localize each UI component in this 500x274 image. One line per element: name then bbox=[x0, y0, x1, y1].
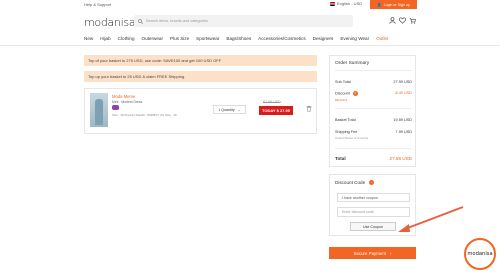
quantity-label: 1 Quantity bbox=[218, 107, 235, 112]
basket-total-row: Basket Total 19.59 USD bbox=[335, 118, 412, 122]
coupon-type-select[interactable]: I have another coupon bbox=[337, 193, 410, 202]
details-link[interactable]: DETAILS bbox=[335, 98, 412, 102]
language-selector[interactable]: English - USD bbox=[330, 1, 362, 6]
info-icon[interactable]: ✕ bbox=[352, 91, 358, 96]
product-size-info: Size : 40 Product Details : 8028871 US S… bbox=[112, 113, 177, 117]
total-label: Total bbox=[335, 156, 346, 161]
shipping-row: Shipping Fee 7.99 USD bbox=[335, 130, 412, 134]
summary-divider bbox=[335, 70, 412, 71]
subtotal-value: 27.99 USD bbox=[393, 80, 412, 84]
details-label: DETAILS bbox=[335, 98, 348, 102]
site-logo[interactable]: modanisa bbox=[84, 16, 136, 29]
discount-value: -8.40 USD bbox=[394, 91, 412, 95]
today-price: TODAY $ 27.99 bbox=[259, 106, 293, 115]
search-icon bbox=[138, 18, 143, 24]
basket-item: Moda Merve Mint - Modest Dress Size : 40… bbox=[84, 88, 317, 134]
search-placeholder: Search items, brands and categories bbox=[146, 19, 208, 23]
chevron-right-icon: › bbox=[390, 250, 392, 256]
login-label: Login or Sign up bbox=[383, 2, 410, 7]
order-summary-title: Order Summary bbox=[335, 61, 370, 66]
nav-item-accessories[interactable]: Accessories/Cosmetics bbox=[258, 36, 305, 41]
trash-icon[interactable] bbox=[306, 105, 312, 112]
quantity-select[interactable]: 1 Quantity ⌄ bbox=[213, 105, 246, 114]
product-badge-icon bbox=[112, 105, 119, 110]
nav-item-outerwear[interactable]: Outerwear bbox=[142, 36, 163, 41]
chevron-down-icon: ⌄ bbox=[237, 107, 241, 112]
shipping-note: United States of America bbox=[335, 136, 369, 140]
nav-item-hijab[interactable]: Hijab bbox=[100, 36, 110, 41]
product-brand: Mint - Modest Dress bbox=[112, 100, 143, 104]
order-summary: Order Summary Sub Total 27.99 USD Discou… bbox=[329, 55, 416, 167]
heart-icon[interactable] bbox=[399, 17, 406, 24]
basket-total-label: Basket Total bbox=[335, 118, 356, 122]
old-price: $7.99 USD bbox=[263, 100, 281, 104]
coupon-banner: Top of your basket to 275 USD, use code:… bbox=[84, 55, 317, 66]
summary-divider bbox=[335, 148, 412, 149]
shipping-value: 7.99 USD bbox=[395, 130, 412, 134]
login-button[interactable]: 👤 Login or Sign up bbox=[370, 0, 417, 9]
product-name[interactable]: Moda Merve bbox=[112, 94, 135, 99]
main-nav: New Hijab Clothing Outerwear Plus Size S… bbox=[84, 36, 388, 41]
user-icon: 👤 bbox=[377, 2, 382, 7]
floating-brand-badge[interactable]: modanisa bbox=[464, 238, 496, 270]
flag-icon bbox=[330, 1, 335, 6]
top-utility-bar: Help & Support English - USD 👤 Login or … bbox=[0, 0, 500, 9]
nav-item-new[interactable]: New bbox=[84, 36, 93, 41]
basket-total-value: 19.59 USD bbox=[393, 118, 412, 122]
product-image[interactable] bbox=[90, 93, 108, 127]
total-row: Total 27.58 USD bbox=[335, 156, 412, 161]
subtotal-row: Sub Total 27.99 USD bbox=[335, 80, 412, 84]
nav-item-bags-shoes[interactable]: Bags/Shoes bbox=[226, 36, 251, 41]
nav-item-clothing[interactable]: Clothing bbox=[118, 36, 135, 41]
secure-payment-label: Secure Payment bbox=[353, 250, 386, 256]
language-label: English - USD bbox=[337, 1, 363, 6]
nav-divider bbox=[0, 45, 500, 46]
use-coupon-button[interactable]: Use Coupon bbox=[350, 222, 396, 231]
search-bar[interactable]: Search items, brands and categories bbox=[134, 15, 353, 27]
discount-row: Discount ✕ -8.40 USD bbox=[335, 91, 412, 96]
discount-label: Discount bbox=[335, 91, 350, 96]
shipping-note-row: United States of America bbox=[335, 136, 412, 140]
toggle-icon[interactable]: − bbox=[369, 180, 375, 185]
shipping-banner: Top up your basket to 25 USD & claim FRE… bbox=[84, 71, 317, 82]
subtotal-label: Sub Total bbox=[335, 80, 351, 84]
cart-icon[interactable] bbox=[409, 17, 416, 24]
nav-item-sportswear[interactable]: Sportswear bbox=[196, 36, 219, 41]
nav-item-designers[interactable]: Designers bbox=[313, 36, 334, 41]
user-icon[interactable] bbox=[389, 17, 396, 24]
nav-item-plus-size[interactable]: Plus Size bbox=[170, 36, 189, 41]
summary-divider bbox=[335, 108, 412, 109]
total-value: 27.58 USD bbox=[389, 156, 412, 161]
discount-code-label: Discount Code bbox=[335, 180, 366, 185]
secure-payment-button[interactable]: Secure Payment › bbox=[329, 247, 416, 259]
discount-code-title: Discount Code − bbox=[335, 180, 375, 185]
annotation-arrow-icon bbox=[398, 206, 464, 232]
nav-item-evening-wear[interactable]: Evening Wear bbox=[340, 36, 369, 41]
coupon-type-value: I have another coupon bbox=[342, 195, 378, 200]
help-support-link[interactable]: Help & Support bbox=[84, 2, 111, 7]
discount-code-placeholder: Enter discount code bbox=[342, 210, 374, 214]
nav-item-outlet[interactable]: Outlet bbox=[376, 36, 388, 41]
shipping-label: Shipping Fee bbox=[335, 130, 358, 134]
